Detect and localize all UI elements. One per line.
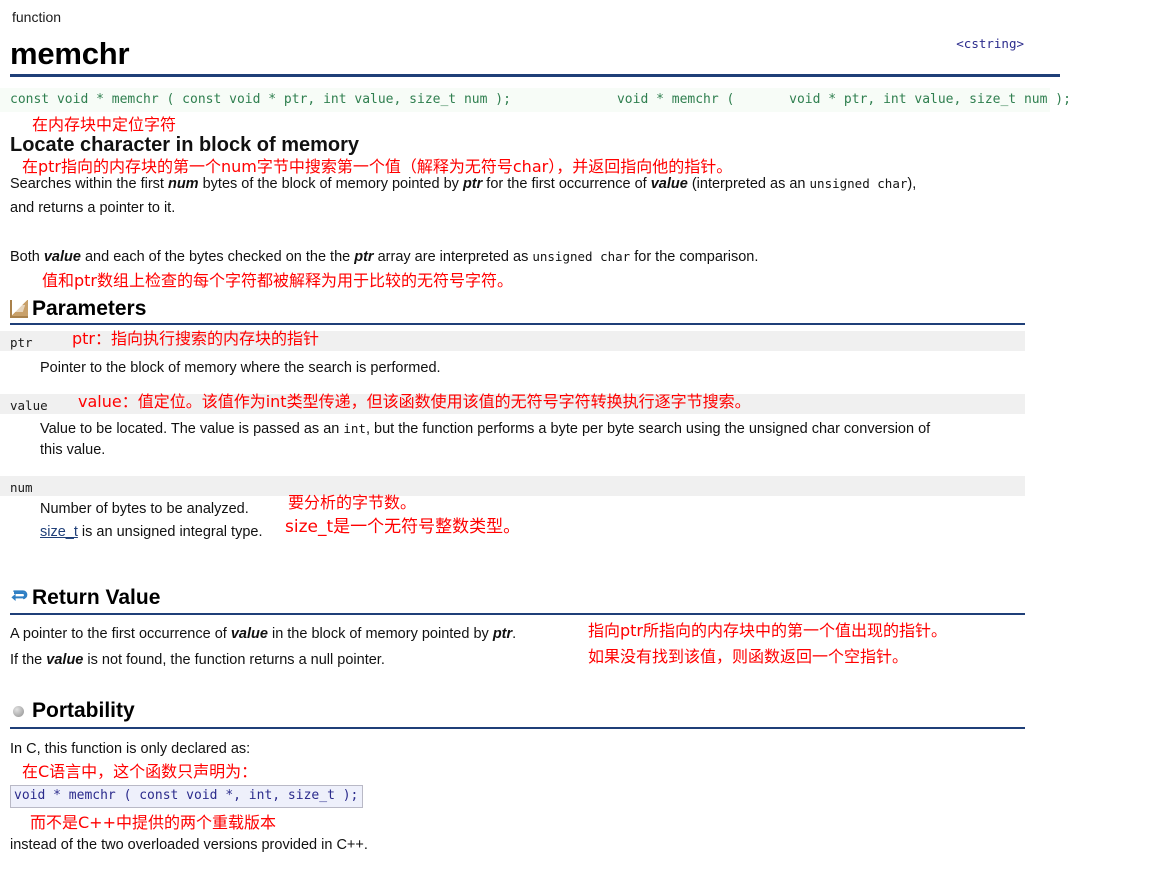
summary-heading-annotation: 在内存块中定位字符 — [32, 115, 177, 134]
text-frag: is not found, the function returns a nul… — [83, 652, 385, 668]
param-ref-value: value — [43, 249, 81, 265]
summary-heading: Locate character in block of memory — [10, 134, 360, 156]
portability-outro: instead of the two overloaded versions p… — [10, 837, 368, 853]
param-ref-num: num — [167, 176, 199, 192]
text-frag: Value to be located. The value is passed… — [40, 421, 344, 437]
summary-description-line2: and returns a pointer to it. — [10, 200, 176, 216]
section-title-parameters: Parameters — [32, 297, 147, 320]
text-frag: conversion of — [839, 421, 931, 437]
param-name-num: num — [10, 480, 33, 495]
text-frag: for the first occurrence of — [482, 176, 651, 192]
param-ref-ptr: ptr — [492, 626, 513, 642]
both-value-paragraph: Both value and each of the bytes checked… — [10, 246, 1020, 268]
text-frag: (interpreted as an — [687, 176, 810, 192]
syntax-signature-nonconst: void * memchr ( void * ptr, int value, s… — [570, 92, 1071, 107]
param-ref-ptr: ptr — [462, 176, 483, 192]
sphere-bullet-icon — [13, 706, 24, 717]
include-header-label: <cstring> — [956, 36, 1024, 51]
portability-intro: In C, this function is only declared as: — [10, 741, 251, 757]
entity-kind-label: function — [12, 9, 62, 25]
header-divider — [10, 74, 1060, 77]
param-num-annotation-line2: size_t是一个无符号整数类型。 — [285, 517, 521, 537]
return-arrow-icon — [10, 588, 28, 606]
type-ref-unsigned-char: unsigned char — [809, 176, 908, 191]
section-divider-return-value — [10, 613, 1025, 615]
return-value-annotation-line1: 指向ptr所指向的内存块中的第一个值出现的指针。 — [588, 621, 948, 640]
section-title-portability: Portability — [32, 699, 135, 722]
link-size-t[interactable]: size_t — [40, 524, 78, 540]
text-frag: is an unsigned integral type. — [77, 524, 263, 540]
param-ref-value: value — [46, 652, 84, 668]
page-title: memchr — [10, 36, 130, 71]
param-desc-num-line2: size_t is an unsigned integral type. — [40, 522, 262, 543]
param-name-ptr: ptr — [10, 335, 33, 350]
text-frag: A pointer to the first occurrence of — [10, 626, 231, 642]
return-value-line2: If the value is not found, the function … — [10, 650, 385, 671]
text-frag: ), — [907, 176, 917, 192]
param-desc-num-line1: Number of bytes to be analyzed. — [40, 501, 249, 517]
param-ptr-annotation: ptr：指向执行搜索的内存块的指针 — [72, 329, 320, 348]
param-desc-value: Value to be located. The value is passed… — [40, 418, 1025, 440]
text-frag: . — [512, 626, 517, 642]
summary-description-line1: Searches within the first num bytes of t… — [10, 173, 1020, 195]
param-value-annotation: value：值定位。该值作为int类型传递，但该函数使用该值的无符号字符转换执行… — [78, 392, 751, 411]
return-value-line1: A pointer to the first occurrence of val… — [10, 624, 516, 645]
reference-page: function memchr <cstring> const void * m… — [0, 0, 1176, 870]
syntax-block: const void * memchr ( const void * ptr, … — [0, 88, 1071, 112]
text-frag: Searches within the first — [10, 176, 168, 192]
portability-outro-annotation: 而不是C++中提供的两个重载版本 — [30, 813, 276, 832]
param-desc-value-line2: this value. — [40, 442, 106, 458]
text-frag: bytes of the block of memory pointed by — [198, 176, 463, 192]
param-row-num-band — [0, 476, 1025, 496]
text-frag: , but the function performs a byte per b… — [365, 421, 749, 437]
text-frag: If the — [10, 652, 47, 668]
param-desc-ptr: Pointer to the block of memory where the… — [40, 360, 441, 376]
param-ref-ptr: ptr — [354, 249, 374, 265]
type-ref-unsigned-char: unsigned char — [748, 421, 840, 437]
text-frag: in the block of memory pointed by — [267, 626, 493, 642]
text-frag: for the comparison. — [630, 249, 759, 265]
param-ref-value: value — [650, 176, 688, 192]
portability-intro-annotation: 在C语言中，这个函数只声明为： — [22, 762, 258, 781]
section-title-return-value: Return Value — [32, 586, 161, 609]
section-divider-portability — [10, 727, 1025, 729]
ruler-icon — [10, 300, 28, 318]
param-ref-value: value — [230, 626, 268, 642]
section-divider-parameters — [10, 323, 1025, 325]
syntax-signature-const: const void * memchr ( const void * ptr, … — [10, 92, 511, 107]
text-frag: and each of the bytes checked on the the — [80, 249, 355, 265]
type-ref-int: int — [343, 421, 366, 436]
param-num-annotation-line1: 要分析的字节数。 — [288, 493, 417, 512]
both-value-annotation: 值和ptr数组上检查的每个字符都被解释为用于比较的无符号字符。 — [42, 271, 514, 290]
portability-code-block: void * memchr ( const void *, int, size_… — [10, 785, 364, 808]
return-value-annotation-line2: 如果没有找到该值，则函数返回一个空指针。 — [588, 647, 909, 666]
text-frag: array are interpreted as — [373, 249, 533, 265]
text-frag: Both — [10, 249, 44, 265]
param-name-value: value — [10, 398, 48, 413]
type-ref-unsigned-char-2: unsigned char — [532, 249, 631, 264]
